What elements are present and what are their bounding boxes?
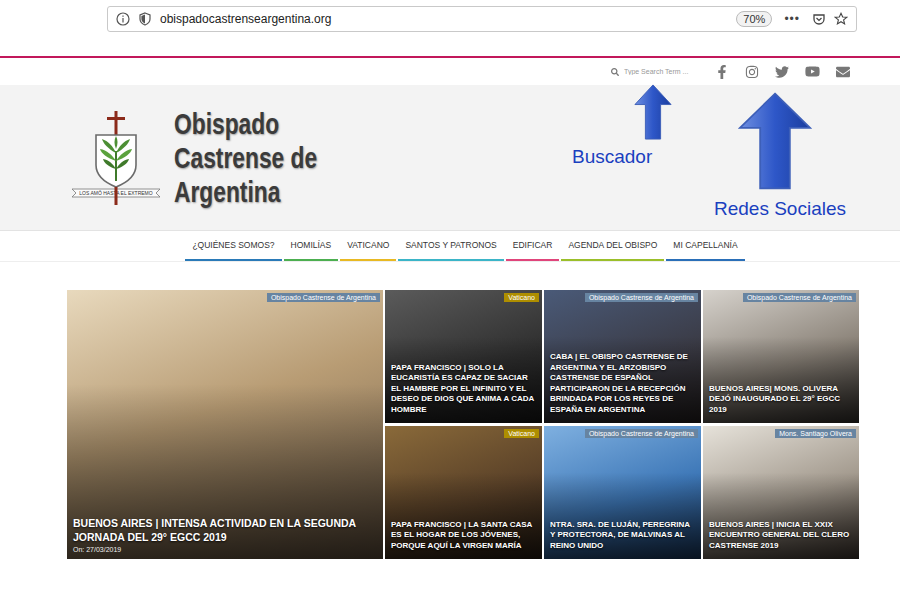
post-date: On: 27/03/2019 <box>73 546 375 553</box>
category-badge[interactable]: Obispado Castrense de Argentina <box>585 293 698 302</box>
search-icon[interactable] <box>611 68 619 76</box>
post-caption: NTRA. SRA. DE LUJÁN, PEREGRINA Y PROTECT… <box>544 520 701 560</box>
post-title[interactable]: BUENOS AIRES | INICIA EL XXIX ENCUENTRO … <box>709 520 854 552</box>
search-input[interactable] <box>624 68 693 75</box>
post-card[interactable]: Obispado Castrense de Argentina CABA | EL… <box>544 290 701 423</box>
main-nav: ¿QUIÉNES SOMOS?HOMILÍASVATICANOSANTOS Y … <box>0 230 900 262</box>
facebook-icon[interactable] <box>715 65 729 79</box>
coat-of-arms-icon[interactable]: LOS AMÓ HASTA EL EXTREMO <box>70 109 162 207</box>
post-caption: BUENOS AIRES| MONS. OLIVERA DEJÓ INAUGUR… <box>703 384 859 424</box>
browser-toolbar: obispadocastrenseargentina.org 70% ••• <box>0 0 900 56</box>
post-card[interactable]: Vaticano PAPA FRANCISCO | LA SANTA CASA E… <box>385 426 542 559</box>
category-badge[interactable]: Obispado Castrense de Argentina <box>743 293 856 302</box>
nav-item[interactable]: EDIFICAR <box>506 231 560 261</box>
annotation-label: Buscador <box>572 146 652 168</box>
post-card[interactable]: Vaticano PAPA FRANCISCO | SOLO LA EUCARIS… <box>385 290 542 423</box>
nav-item[interactable]: HOMILÍAS <box>284 231 339 261</box>
info-icon[interactable] <box>116 12 130 26</box>
featured-posts-grid: Obispado Castrense de Argentina BUENOS AI… <box>67 290 859 559</box>
post-card[interactable]: Mons. Santiago Olivera BUENOS AIRES | INI… <box>703 426 859 559</box>
nav-item[interactable]: AGENDA DEL OBISPO <box>561 231 664 261</box>
category-badge[interactable]: Vaticano <box>504 429 539 438</box>
post-caption: PAPA FRANCISCO | SOLO LA EUCARISTÍA ES C… <box>385 363 542 424</box>
post-title[interactable]: BUENOS AIRES | INTENSA ACTIVIDAD EN LA S… <box>73 516 375 544</box>
post-title[interactable]: BUENOS AIRES| MONS. OLIVERA DEJÓ INAUGUR… <box>709 384 854 416</box>
post-card[interactable]: Obispado Castrense de Argentina BUENOS AI… <box>67 290 383 559</box>
category-badge[interactable]: Obispado Castrense de Argentina <box>585 429 698 438</box>
site-title-line[interactable]: Obispado <box>174 107 317 141</box>
instagram-icon[interactable] <box>745 65 759 79</box>
post-title[interactable]: PAPA FRANCISCO | SOLO LA EUCARISTÍA ES C… <box>391 363 537 416</box>
address-bar[interactable]: obispadocastrenseargentina.org 70% ••• <box>107 6 857 32</box>
search-box[interactable] <box>611 68 693 76</box>
nav-item[interactable]: SANTOS Y PATRONOS <box>398 231 503 261</box>
post-caption: CABA | EL OBISPO CASTRENSE DE ARGENTINA … <box>544 352 701 423</box>
nav-item[interactable]: MI CAPELLANÍA <box>666 231 744 261</box>
twitter-icon[interactable] <box>775 65 789 79</box>
category-badge[interactable]: Vaticano <box>504 293 539 302</box>
star-icon[interactable] <box>834 12 848 26</box>
post-title[interactable]: PAPA FRANCISCO | LA SANTA CASA ES EL HOG… <box>391 520 537 552</box>
nav-item[interactable]: ¿QUIÉNES SOMOS? <box>185 231 281 261</box>
site-title-line[interactable]: Castrense de <box>174 141 317 175</box>
youtube-icon[interactable] <box>805 64 820 79</box>
nav-item[interactable]: VATICANO <box>340 231 396 261</box>
post-title[interactable]: CABA | EL OBISPO CASTRENSE DE ARGENTINA … <box>550 352 696 415</box>
post-caption: BUENOS AIRES | INTENSA ACTIVIDAD EN LA S… <box>67 516 383 559</box>
annotation-arrow-icon <box>634 84 672 140</box>
envelope-icon[interactable] <box>836 65 850 79</box>
url-text[interactable]: obispadocastrenseargentina.org <box>160 12 728 26</box>
zoom-badge[interactable]: 70% <box>736 11 772 27</box>
top-strip <box>0 58 900 85</box>
post-title[interactable]: NTRA. SRA. DE LUJÁN, PEREGRINA Y PROTECT… <box>550 520 696 552</box>
category-badge[interactable]: Mons. Santiago Olivera <box>775 429 856 438</box>
pocket-icon[interactable] <box>812 12 826 26</box>
post-caption: BUENOS AIRES | INICIA EL XXIX ENCUENTRO … <box>703 520 859 560</box>
shield-icon[interactable] <box>138 12 152 26</box>
annotation-label: Redes Sociales <box>714 198 846 220</box>
annotation-arrow-icon <box>738 92 812 190</box>
site-title[interactable]: ObispadoCastrense deArgentina <box>174 107 317 209</box>
post-card[interactable]: Obispado Castrense de Argentina BUENOS AI… <box>703 290 859 423</box>
site-title-line[interactable]: Argentina <box>174 175 317 209</box>
category-badge[interactable]: Obispado Castrense de Argentina <box>267 293 380 302</box>
browser-page: obispadocastrenseargentina.org 70% ••• LOS … <box>0 0 900 600</box>
post-caption: PAPA FRANCISCO | LA SANTA CASA ES EL HOG… <box>385 520 542 560</box>
post-card[interactable]: Obispado Castrense de Argentina NTRA. SRA… <box>544 426 701 559</box>
page-actions-button[interactable]: ••• <box>780 12 804 26</box>
